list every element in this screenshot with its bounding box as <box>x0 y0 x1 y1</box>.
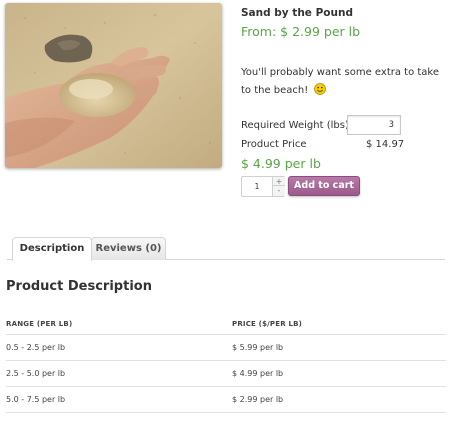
table-row: 0.5 - 2.5 per lb $ 5.99 per lb <box>6 334 446 361</box>
quantity-decrease-button[interactable]: - <box>272 186 285 196</box>
table-row: 5.0 - 7.5 per lb $ 2.99 per lb <box>6 386 446 413</box>
range-cell: 0.5 - 2.5 per lb <box>6 334 232 361</box>
quantity-input[interactable]: 1 <box>242 177 272 196</box>
short-description-text: You'll probably want some extra to take … <box>241 67 440 96</box>
product-image[interactable] <box>5 3 222 168</box>
price-cell: $ 4.99 per lb <box>232 360 446 387</box>
smiley-emoticon-icon <box>314 83 327 95</box>
table-header-row: RANGE (PER LB) PRICE ($/PER LB) <box>6 314 446 335</box>
price-total: $ 4.99 per lb <box>241 156 321 171</box>
product-price-value: $ 14.97 <box>366 139 405 150</box>
column-header-range: RANGE (PER LB) <box>6 314 232 335</box>
sand-in-hand-photo <box>5 3 222 168</box>
tab-description[interactable]: Description <box>12 237 92 261</box>
price-cell: $ 2.99 per lb <box>232 386 446 413</box>
short-description: You'll probably want some extra to take … <box>241 64 450 100</box>
tab-reviews[interactable]: Reviews (0) <box>91 237 166 260</box>
table-row: 2.5 - 5.0 per lb $ 4.99 per lb <box>6 360 446 387</box>
price-range-table: RANGE (PER LB) PRICE ($/PER LB) 0.5 - 2.… <box>6 314 446 413</box>
range-cell: 2.5 - 5.0 per lb <box>6 360 232 387</box>
quantity-increase-button[interactable]: + <box>272 177 285 186</box>
required-weight-label: Required Weight (lbs) <box>241 120 349 131</box>
quantity-stepper: 1 + - <box>241 176 285 197</box>
required-weight-input[interactable]: 3 <box>347 115 401 135</box>
price-from: From: $ 2.99 per lb <box>241 24 361 39</box>
price-cell: $ 5.99 per lb <box>232 334 446 361</box>
range-cell: 5.0 - 7.5 per lb <box>6 386 232 413</box>
product-title: Sand by the Pound <box>241 7 353 19</box>
column-header-price: PRICE ($/PER LB) <box>232 314 446 335</box>
product-price-label: Product Price <box>241 139 307 150</box>
product-description-heading: Product Description <box>6 279 152 294</box>
add-to-cart-button[interactable]: Add to cart <box>288 176 360 196</box>
